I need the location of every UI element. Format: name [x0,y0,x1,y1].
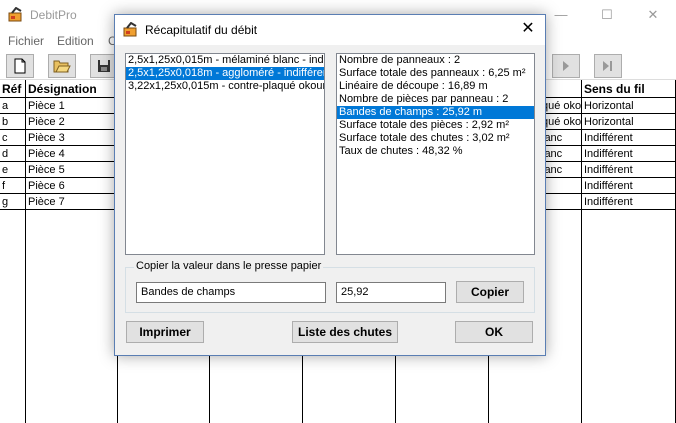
panel-item-selected[interactable]: 2,5x1,25x0,018m - aggloméré - indifféren… [126,67,324,80]
header-sens-du-fil[interactable]: Sens du fil [582,80,676,98]
cell-material[interactable] [540,194,582,210]
column-divider [25,80,26,423]
copy-name-field[interactable]: Bandes de champs [136,282,326,303]
stat-item[interactable]: Surface totale des panneaux : 6,25 m² [337,67,534,80]
header-ref[interactable]: Réf [0,80,26,98]
panel-item[interactable]: 3,22x1,25x0,015m - contre-plaqué okoum [126,80,324,93]
header-designation[interactable]: Désignation [26,80,118,98]
offcuts-list-button[interactable]: Liste des chutes [292,321,398,343]
cell-designation[interactable]: Pièce 5 [26,162,118,178]
cell-designation[interactable]: Pièce 3 [26,130,118,146]
cell-sens[interactable]: Indifférent [582,178,676,194]
stat-item[interactable]: Nombre de panneaux : 2 [337,54,534,67]
cell-ref[interactable]: f [0,178,26,194]
stats-listbox[interactable]: Nombre de panneaux : 2 Surface totale de… [336,53,535,255]
cell-ref[interactable]: c [0,130,26,146]
copy-value-field[interactable]: 25,92 [336,282,446,303]
close-icon[interactable]: ✕ [511,15,545,45]
menu-edition[interactable]: Edition [57,34,94,48]
app-icon [8,7,22,22]
dialog-title-bar: Récapitulatif du débit ✕ [115,15,545,45]
stat-item[interactable]: Linéaire de découpe : 16,89 m [337,80,534,93]
stat-item[interactable]: Nombre de pièces par panneau : 2 [337,93,534,106]
dialog-title: Récapitulatif du débit [145,23,258,37]
stat-item[interactable]: Taux de chutes : 48,32 % [337,145,534,158]
last-icon [603,61,612,71]
open-icon [53,60,71,73]
maximize-button[interactable]: ☐ [584,0,630,30]
app-title: DebitPro [30,8,77,22]
cell-material[interactable]: qué okoum [540,114,582,130]
cell-sens[interactable]: Horizontal [582,98,676,114]
print-button[interactable]: Imprimer [126,321,204,343]
save-icon [98,60,110,72]
panel-item[interactable]: 2,5x1,25x0,015m - mélaminé blanc - indif… [126,54,324,67]
cell-material[interactable]: lanc [540,130,582,146]
cell-designation[interactable]: Pièce 4 [26,146,118,162]
cell-ref[interactable]: b [0,114,26,130]
cell-material[interactable]: qué okoum [540,98,582,114]
next-button[interactable] [552,54,580,78]
panels-listbox[interactable]: 2,5x1,25x0,015m - mélaminé blanc - indif… [125,53,325,255]
cell-sens[interactable]: Horizontal [582,114,676,130]
stat-item[interactable]: Surface totale des chutes : 3,02 m² [337,132,534,145]
cell-ref[interactable]: g [0,194,26,210]
cell-ref[interactable]: e [0,162,26,178]
column-divider [581,80,582,423]
stat-item[interactable]: Surface totale des pièces : 2,92 m² [337,119,534,132]
app-icon [123,22,137,37]
copy-button[interactable]: Copier [456,281,524,303]
cell-designation[interactable]: Pièce 2 [26,114,118,130]
open-button[interactable] [48,54,76,78]
cell-designation[interactable]: Pièce 6 [26,178,118,194]
cell-material[interactable]: lanc [540,162,582,178]
cell-sens[interactable]: Indifférent [582,130,676,146]
cell-material[interactable]: lanc [540,146,582,162]
cell-sens[interactable]: Indifférent [582,162,676,178]
new-button[interactable] [6,54,34,78]
menu-fichier[interactable]: Fichier [8,34,44,48]
copy-groupbox: Copier la valeur dans le presse papier B… [125,260,535,313]
stat-item-selected[interactable]: Bandes de champs : 25,92 m [337,106,534,119]
cell-ref[interactable]: a [0,98,26,114]
cell-designation[interactable]: Pièce 7 [26,194,118,210]
last-button[interactable] [594,54,622,78]
cell-designation[interactable]: Pièce 1 [26,98,118,114]
new-icon [14,58,26,74]
cell-sens[interactable]: Indifférent [582,194,676,210]
next-icon [563,61,569,71]
cell-sens[interactable]: Indifférent [582,146,676,162]
ok-button[interactable]: OK [455,321,533,343]
copy-group-label: Copier la valeur dans le presse papier [134,260,324,272]
cell-ref[interactable]: d [0,146,26,162]
cell-material[interactable] [540,178,582,194]
close-button[interactable]: ✕ [630,0,676,30]
recap-dialog: Récapitulatif du débit ✕ 2,5x1,25x0,015m… [114,14,546,356]
